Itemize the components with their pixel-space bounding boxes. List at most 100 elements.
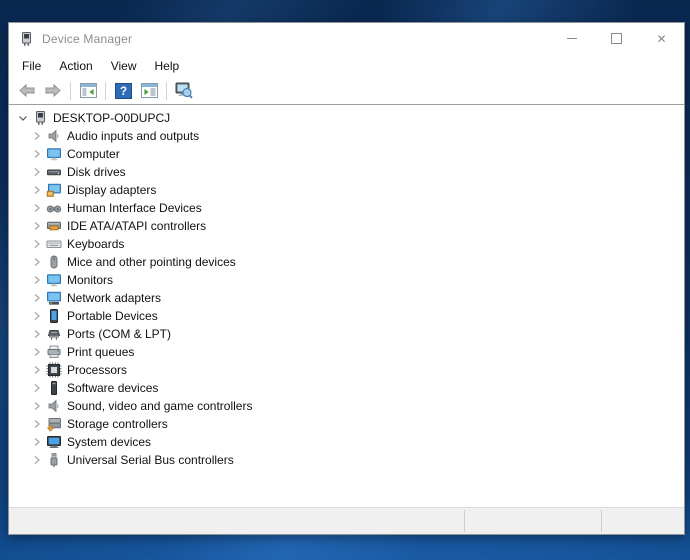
chevron-right-icon[interactable] <box>29 326 45 342</box>
back-button[interactable] <box>15 80 39 102</box>
tree-item-label: Software devices <box>67 381 158 395</box>
tree-item[interactable]: Mice and other pointing devices <box>9 253 684 271</box>
tree-item[interactable]: Computer <box>9 145 684 163</box>
show-hide-console-tree-button[interactable] <box>76 80 100 102</box>
help-button[interactable]: ? <box>111 80 135 102</box>
chevron-right-icon[interactable] <box>29 398 45 414</box>
chevron-right-icon[interactable] <box>29 218 45 234</box>
titlebar[interactable]: Device Manager ✕ <box>9 23 684 54</box>
tree-item[interactable]: Keyboards <box>9 235 684 253</box>
speaker-icon <box>46 128 62 144</box>
tree-item[interactable]: Ports (COM & LPT) <box>9 325 684 343</box>
window-title: Device Manager <box>42 32 132 46</box>
console-tree-icon <box>80 83 97 98</box>
disk-icon <box>46 164 62 180</box>
display-adapter-icon <box>46 182 62 198</box>
portable-icon <box>46 308 62 324</box>
forward-button[interactable] <box>41 80 65 102</box>
tree-item-label: Display adapters <box>67 183 156 197</box>
tree-item-label: Audio inputs and outputs <box>67 129 199 143</box>
tree-item-label: Storage controllers <box>67 417 168 431</box>
arrow-left-icon <box>19 84 35 97</box>
tree-item[interactable]: Sound, video and game controllers <box>9 397 684 415</box>
software-icon <box>46 380 62 396</box>
processor-icon <box>46 362 62 378</box>
system-icon <box>46 434 62 450</box>
chevron-right-icon[interactable] <box>29 380 45 396</box>
statusbar-separator <box>601 510 602 532</box>
chevron-right-icon[interactable] <box>29 362 45 378</box>
menu-help[interactable]: Help <box>146 56 189 76</box>
chevron-right-icon[interactable] <box>29 290 45 306</box>
chevron-right-icon[interactable] <box>29 416 45 432</box>
show-hide-action-pane-button[interactable] <box>137 80 161 102</box>
svg-text:?: ? <box>119 86 126 98</box>
tree-item[interactable]: Universal Serial Bus controllers <box>9 451 684 469</box>
tree-item[interactable]: Audio inputs and outputs <box>9 127 684 145</box>
printer-icon <box>46 344 62 360</box>
menu-file[interactable]: File <box>13 56 50 76</box>
chevron-right-icon[interactable] <box>29 236 45 252</box>
menubar: FileActionViewHelp <box>9 54 684 77</box>
maximize-button[interactable] <box>594 23 639 54</box>
tree-item-label: Human Interface Devices <box>67 201 202 215</box>
monitor-icon <box>46 146 62 162</box>
toolbar-separator <box>70 82 71 100</box>
tree-root-node[interactable]: DESKTOP-O0DUPCJ <box>9 109 684 127</box>
scan-hardware-changes-button[interactable] <box>172 80 196 102</box>
device-manager-window: Device Manager ✕ FileActionViewHelp ? DE… <box>8 22 685 535</box>
menu-action[interactable]: Action <box>50 56 101 76</box>
chevron-right-icon[interactable] <box>29 272 45 288</box>
statusbar <box>9 507 684 534</box>
tree-item-label: Universal Serial Bus controllers <box>67 453 234 467</box>
monitor-icon <box>46 272 62 288</box>
usb-icon <box>46 452 62 468</box>
tree-item[interactable]: System devices <box>9 433 684 451</box>
ports-icon <box>46 326 62 342</box>
chevron-right-icon[interactable] <box>29 434 45 450</box>
hid-icon <box>46 200 62 216</box>
chevron-right-icon[interactable] <box>29 128 45 144</box>
tree-item-label: Disk drives <box>67 165 126 179</box>
minimize-button[interactable] <box>549 23 594 54</box>
network-icon <box>46 290 62 306</box>
tree-item[interactable]: Network adapters <box>9 289 684 307</box>
help-icon: ? <box>115 83 132 99</box>
tree-item-label: Processors <box>67 363 127 377</box>
speaker-icon <box>46 398 62 414</box>
tree-item[interactable]: Monitors <box>9 271 684 289</box>
tree-item[interactable]: IDE ATA/ATAPI controllers <box>9 217 684 235</box>
tree-item-label: Portable Devices <box>67 309 158 323</box>
chevron-right-icon[interactable] <box>29 452 45 468</box>
chevron-down-icon[interactable] <box>15 110 31 126</box>
chevron-right-icon[interactable] <box>29 164 45 180</box>
ide-icon <box>46 218 62 234</box>
toolbar-separator <box>105 82 106 100</box>
close-icon: ✕ <box>656 33 666 45</box>
computer-icon <box>32 110 48 126</box>
tree-item-label: Network adapters <box>67 291 161 305</box>
chevron-right-icon[interactable] <box>29 146 45 162</box>
action-pane-icon <box>141 83 158 98</box>
tree-item-label: Print queues <box>67 345 134 359</box>
toolbar-separator <box>166 82 167 100</box>
tree-item[interactable]: Storage controllers <box>9 415 684 433</box>
chevron-right-icon[interactable] <box>29 200 45 216</box>
tree-item[interactable]: Software devices <box>9 379 684 397</box>
tree-item[interactable]: Display adapters <box>9 181 684 199</box>
tree-item-label: DESKTOP-O0DUPCJ <box>53 111 170 125</box>
close-button[interactable]: ✕ <box>639 23 684 54</box>
chevron-right-icon[interactable] <box>29 344 45 360</box>
window-controls: ✕ <box>549 23 684 54</box>
tree-item[interactable]: Print queues <box>9 343 684 361</box>
tree-item[interactable]: Human Interface Devices <box>9 199 684 217</box>
chevron-right-icon[interactable] <box>29 254 45 270</box>
chevron-right-icon[interactable] <box>29 182 45 198</box>
device-manager-icon <box>18 31 34 47</box>
menu-view[interactable]: View <box>102 56 146 76</box>
tree-item[interactable]: Disk drives <box>9 163 684 181</box>
chevron-right-icon[interactable] <box>29 308 45 324</box>
tree-item[interactable]: Processors <box>9 361 684 379</box>
tree-item-label: IDE ATA/ATAPI controllers <box>67 219 206 233</box>
tree-item[interactable]: Portable Devices <box>9 307 684 325</box>
